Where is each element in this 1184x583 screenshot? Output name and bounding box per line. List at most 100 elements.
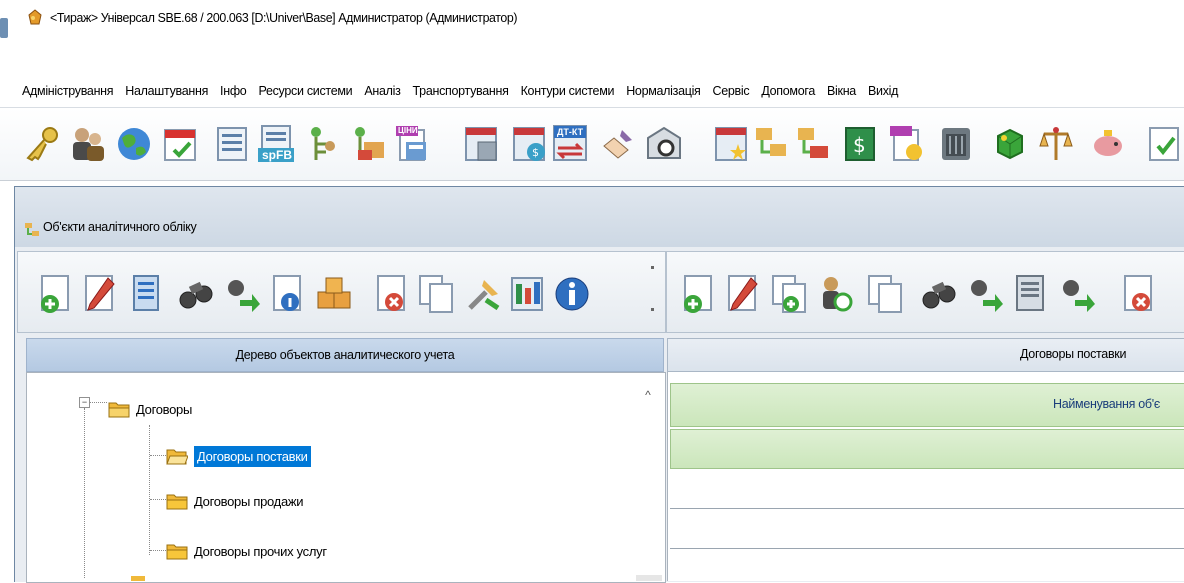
key-icon[interactable] [22,124,62,164]
window-title: <Тираж> Універсал SBE.68 / 200.063 [D:\U… [50,10,518,25]
tree-item-contracts[interactable]: Договоры [108,396,192,422]
spfb-label: spFB [262,148,292,162]
pen-hand-icon[interactable] [598,124,638,164]
price-list-icon[interactable] [888,124,928,164]
tree-panel-title: Дерево объектов аналитического учета [235,348,455,362]
menu-system-resources[interactable]: Ресурси системи [252,84,358,98]
menu-help[interactable]: Допомога [755,84,821,98]
left-toolbar [17,251,666,333]
price-doc-icon[interactable]: ЦІНИ [394,124,434,164]
menu-exit[interactable]: Вихід [862,84,904,98]
find-next-icon[interactable] [965,274,1005,314]
price-label: ЦІНИ [398,126,418,135]
title-bar: <Тираж> Універсал SBE.68 / 200.063 [D:\U… [0,0,1184,38]
menu-normalization[interactable]: Нормалізація [620,84,706,98]
column-name-label: Найменування об'є [1053,397,1160,411]
window-edge [0,18,8,38]
scroll-up-arrow[interactable]: ^ [640,388,656,402]
document-info-icon[interactable] [268,274,308,314]
globe-icon[interactable] [114,124,154,164]
grid-panel-title: Договоры поставки [1020,347,1127,361]
svg-text:$: $ [853,133,866,157]
green-cube-icon[interactable] [990,124,1030,164]
folder-icon [108,402,130,418]
menu-info[interactable]: Інфо [214,84,252,98]
menu-windows[interactable]: Вікна [821,84,862,98]
document-check-icon[interactable] [1144,124,1184,164]
list-view-icon[interactable] [126,274,166,314]
camera-safe-icon[interactable] [644,124,684,164]
grid-filter-row[interactable] [670,429,1184,469]
tree-item-label: Договоры прочих услуг [194,543,327,559]
toolbar-grip-dot [651,308,654,311]
svg-text:$: $ [532,146,539,159]
boxes-icon[interactable] [314,274,354,314]
delete-document-icon[interactable] [1119,274,1159,314]
calculator-dollar-icon[interactable]: $ [510,124,550,164]
add-document-icon[interactable] [36,274,76,314]
tree-line [89,402,107,403]
copy-icon[interactable] [865,274,905,314]
calculator-star-icon[interactable] [712,124,752,164]
right-toolbar [666,251,1184,333]
debit-credit-icon[interactable]: ДТ-КТ [550,124,590,164]
folder-icon [166,494,188,510]
menu-transport[interactable]: Транспортування [407,84,515,98]
edit-icon[interactable] [80,274,120,314]
grid-column-header[interactable]: Найменування об'є [670,383,1184,427]
scales-icon[interactable] [1036,124,1076,164]
spfb-form-icon[interactable]: spFB [256,124,296,164]
report-icon[interactable] [508,274,548,314]
menu-bar: Адміністрування Налаштування Інфо Ресурс… [0,78,1184,104]
users-icon[interactable] [68,124,108,164]
tree-folder-icon[interactable] [752,124,792,164]
menu-service[interactable]: Сервіс [707,84,756,98]
calendar-icon[interactable] [160,124,200,164]
edit-icon[interactable] [723,274,763,314]
folder-icon [166,544,188,560]
tools-icon[interactable] [464,274,504,314]
copy-icon[interactable] [416,274,456,314]
binoculars-icon[interactable] [919,274,959,314]
find-next-icon[interactable] [1057,274,1097,314]
piggy-bank-icon[interactable] [1088,124,1128,164]
filter-doc-icon[interactable] [1011,274,1051,314]
person-folder-icon[interactable] [348,124,388,164]
grid-panel-header: Договоры поставки [667,338,1184,372]
binoculars-icon[interactable] [176,274,216,314]
app-icon [28,9,42,25]
add-document-icon[interactable] [679,274,719,314]
form-icon[interactable] [212,124,252,164]
tree-line [84,408,85,578]
inner-window-title: Об'єкти аналітичного обліку [43,220,197,234]
archive-box-icon[interactable] [936,124,976,164]
grid-row-divider [670,508,1184,509]
tree-expander[interactable]: − [79,397,90,408]
tree-item-supply-contracts[interactable]: Договоры поставки [166,443,311,469]
calculator-doc-icon[interactable] [462,124,502,164]
menu-analysis[interactable]: Аналіз [358,84,406,98]
tree-item-other-services-contracts[interactable]: Договоры прочих услуг [166,538,327,564]
tree-item-label: Договоры продажи [194,493,304,509]
dtkt-label: ДТ-КТ [557,127,584,137]
person-green-icon[interactable] [302,124,342,164]
tree-item-label-selected: Договоры поставки [194,445,311,467]
find-next-icon[interactable] [222,274,262,314]
dollar-icon[interactable]: $ [840,124,880,164]
menu-settings[interactable]: Налаштування [119,84,214,98]
delete-document-icon[interactable] [372,274,412,314]
add-copy-icon[interactable] [769,274,809,314]
scrollbar-track[interactable] [636,575,662,581]
menu-administration[interactable]: Адміністрування [0,84,119,98]
tree-item-label: Договоры [136,401,193,417]
user-refresh-icon[interactable] [815,274,855,314]
tree-item-sales-contracts[interactable]: Договоры продажи [166,488,304,514]
menu-system-contours[interactable]: Контури системи [515,84,621,98]
inner-window-title-bar: Об'єкти аналітичного обліку [15,187,1184,247]
tree-panel-header: Дерево объектов аналитического учета [26,338,664,372]
info-icon[interactable] [552,274,592,314]
main-toolbar: spFB ЦІНИ $ ДТ-КТ $ [0,107,1184,181]
folder-move-icon[interactable] [794,124,834,164]
toolbar-grip-dot [651,266,654,269]
grid-row-divider [670,548,1184,549]
